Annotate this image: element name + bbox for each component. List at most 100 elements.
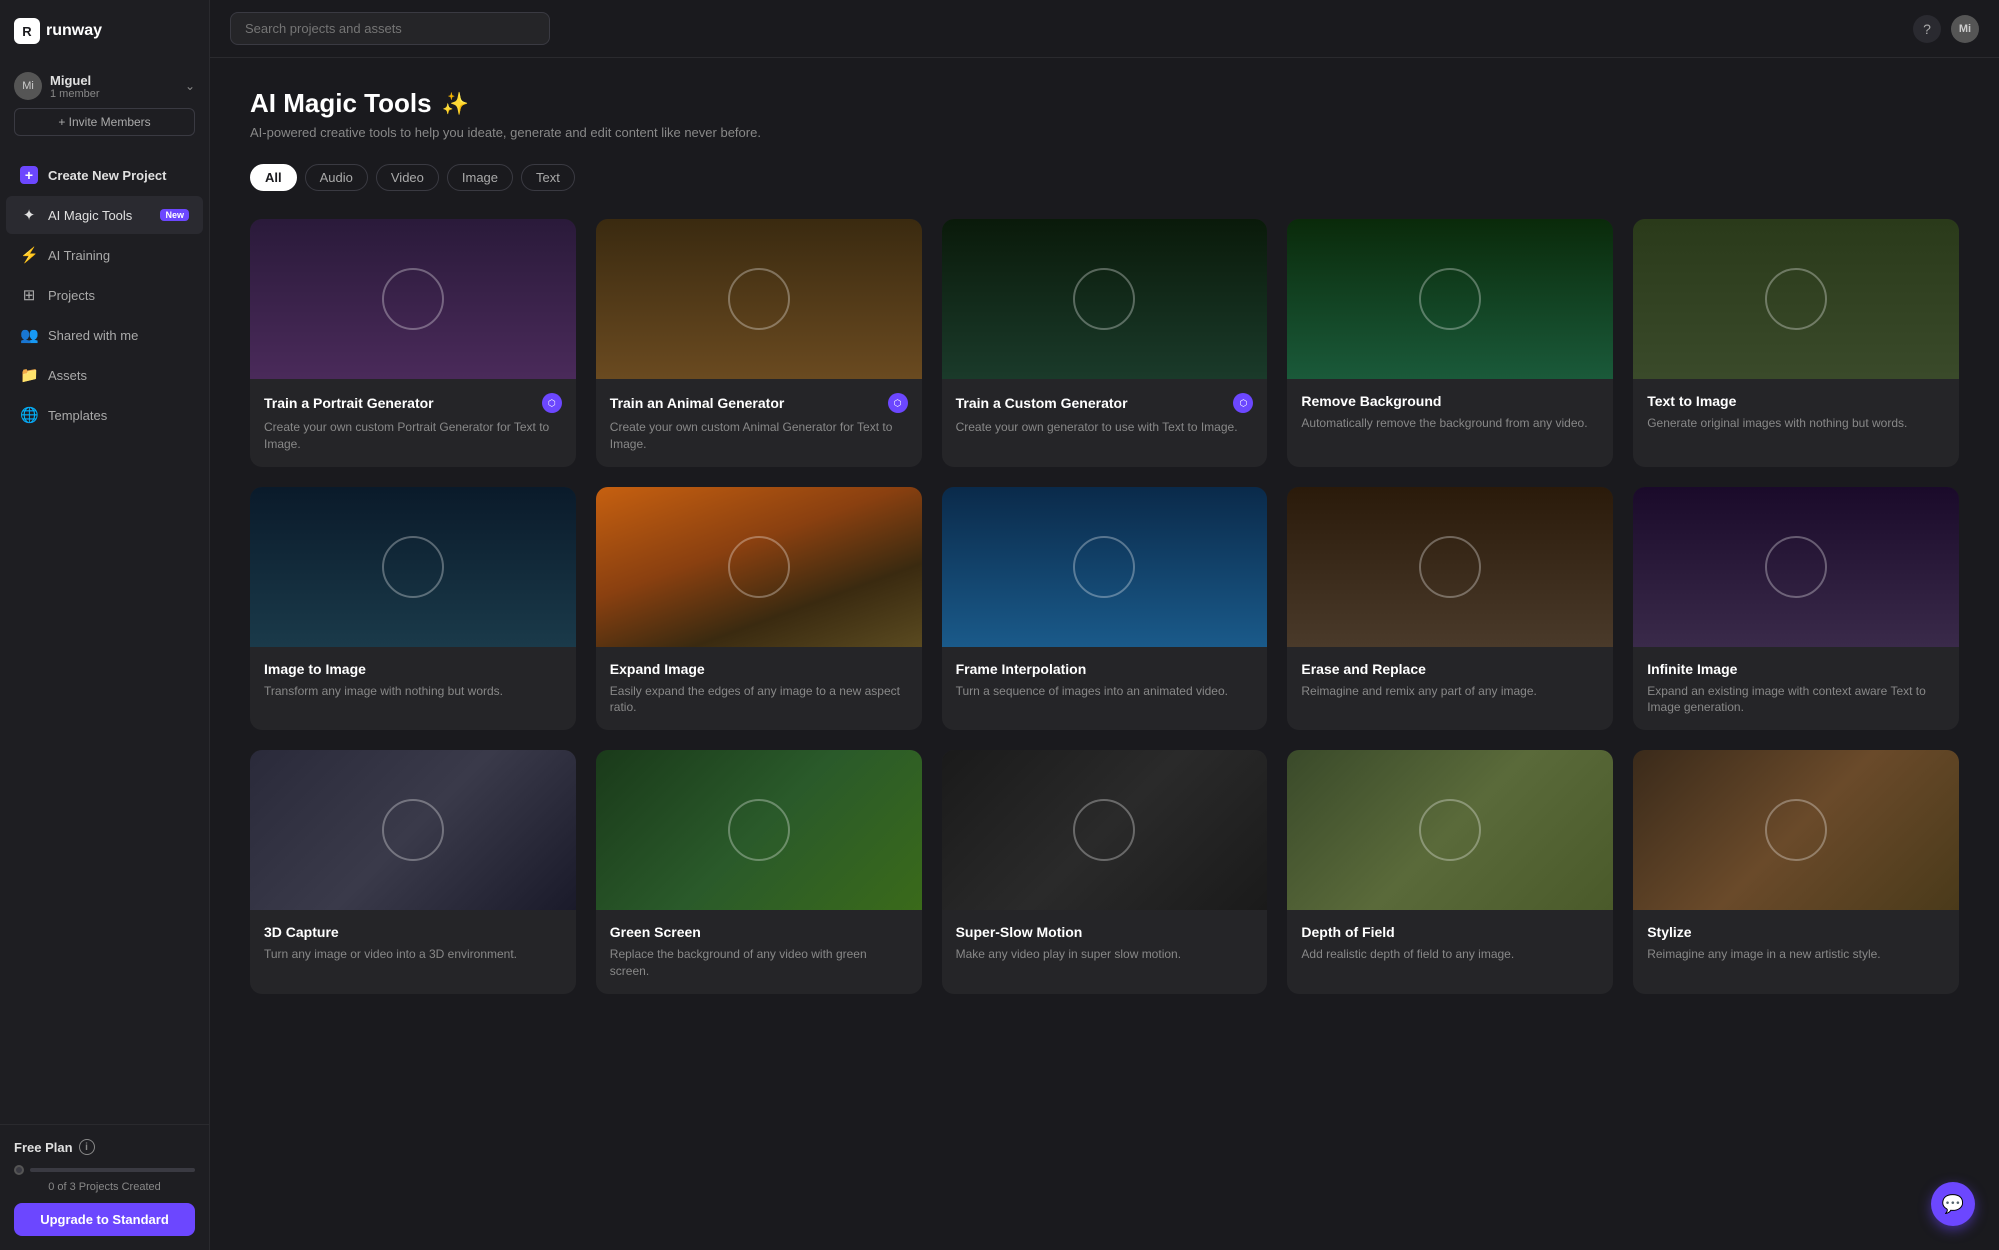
tool-title-frame-interpolation: Frame Interpolation [956,661,1087,677]
sidebar-item-assets[interactable]: 📁 Assets [6,356,203,394]
avatar: Mi [14,72,42,100]
topbar-right: ? Mi [1913,15,1979,43]
tool-badge-train-portrait: ⬡ [542,393,562,413]
progress-bar-container [14,1165,195,1175]
search-input[interactable] [230,12,550,45]
user-section: Mi Miguel 1 member ⌄ + Invite Members [0,62,209,146]
tool-desc-tool-row3-4: Add realistic depth of field to any imag… [1301,946,1599,963]
logo-icon: R [14,18,40,44]
tool-title-image-to-image: Image to Image [264,661,366,677]
tool-title-infinite-image: Infinite Image [1647,661,1737,677]
tool-card-erase-and-replace[interactable]: Erase and Replace Reimagine and remix any… [1287,487,1613,731]
filter-tab-image[interactable]: Image [447,164,513,191]
tool-title-train-animal: Train an Animal Generator [610,395,785,411]
tool-card-image-frame-interpolation [942,487,1268,647]
tool-card-image-to-image[interactable]: Image to Image Transform any image with n… [250,487,576,731]
tool-card-remove-background[interactable]: Remove Background Automatically remove th… [1287,219,1613,467]
tool-card-tool-row3-3[interactable]: Super-Slow MotionMake any video play in … [942,750,1268,994]
users-icon: 👥 [20,326,38,344]
tool-card-tool-row3-1[interactable]: 3D CaptureTurn any image or video into a… [250,750,576,994]
tool-card-image-tool-row3-1 [250,750,576,910]
upgrade-button[interactable]: Upgrade to Standard [14,1203,195,1236]
progress-bar [30,1168,195,1172]
filter-tab-all[interactable]: All [250,164,297,191]
invite-members-button[interactable]: + Invite Members [14,108,195,136]
tool-card-image-train-custom [942,219,1268,379]
tool-title-train-portrait: Train a Portrait Generator [264,395,434,411]
tool-desc-train-animal: Create your own custom Animal Generator … [610,419,908,453]
tool-card-train-custom[interactable]: Train a Custom Generator⬡Create your own… [942,219,1268,467]
tool-desc-train-portrait: Create your own custom Portrait Generato… [264,419,562,453]
tool-card-train-animal[interactable]: Train an Animal Generator⬡Create your ow… [596,219,922,467]
tool-card-image-tool-row3-3 [942,750,1268,910]
sparkles-icon: ✦ [20,206,38,224]
sidebar-item-ai-magic-tools[interactable]: ✦ AI Magic Tools New [6,196,203,234]
page-header: AI Magic Tools ✨ AI-powered creative too… [250,88,1959,140]
tool-card-tool-row3-5[interactable]: StylizeReimagine any image in a new arti… [1633,750,1959,994]
tool-desc-infinite-image: Expand an existing image with context aw… [1647,683,1945,717]
content-area: AI Magic Tools ✨ AI-powered creative too… [210,58,1999,1250]
chat-bubble[interactable]: 💬 [1931,1182,1975,1226]
tool-card-expand-image[interactable]: Expand ImageEasily expand the edges of a… [596,487,922,731]
filter-tab-audio[interactable]: Audio [305,164,368,191]
new-badge: New [160,209,189,221]
tool-title-erase-and-replace: Erase and Replace [1301,661,1426,677]
plan-label-row: Free Plan i [14,1139,195,1155]
main-area: ? Mi AI Magic Tools ✨ AI-powered creativ… [210,0,1999,1250]
chevron-down-icon: ⌄ [185,79,195,93]
sidebar-item-label: Shared with me [48,328,138,343]
tool-card-tool-row3-4[interactable]: Depth of Field Add realistic depth of fie… [1287,750,1613,994]
tool-card-image-image-to-image [250,487,576,647]
tool-desc-remove-background: Automatically remove the background from… [1301,415,1599,432]
topbar: ? Mi [210,0,1999,58]
tool-desc-tool-row3-1: Turn any image or video into a 3D enviro… [264,946,562,963]
user-member-count: 1 member [50,88,100,100]
tool-card-tool-row3-2[interactable]: Green ScreenReplace the background of an… [596,750,922,994]
tool-card-image-infinite-image [1633,487,1959,647]
tool-card-image-tool-row3-5 [1633,750,1959,910]
page-title: AI Magic Tools [250,88,432,119]
globe-icon: 🌐 [20,406,38,424]
sidebar-item-templates[interactable]: 🌐 Templates [6,396,203,434]
tool-card-text-to-image[interactable]: Text to ImageGenerate original images wi… [1633,219,1959,467]
tool-desc-image-to-image: Transform any image with nothing but wor… [264,683,562,700]
filter-tabs: All Audio Video Image Text [250,164,1959,191]
logo-text: runway [46,22,102,40]
sidebar-item-ai-training[interactable]: ⚡ AI Training [6,236,203,274]
tool-card-frame-interpolation[interactable]: Frame Interpolation Turn a sequence of im… [942,487,1268,731]
progress-dot [14,1165,24,1175]
tool-card-train-portrait[interactable]: Train a Portrait Generator ⬡ Create your o… [250,219,576,467]
help-button[interactable]: ? [1913,15,1941,43]
info-icon[interactable]: i [79,1139,95,1155]
user-row[interactable]: Mi Miguel 1 member ⌄ [14,72,195,100]
tool-card-image-train-portrait [250,219,576,379]
tool-card-image-text-to-image [1633,219,1959,379]
sidebar-bottom: Free Plan i 0 of 3 Projects Created Upgr… [0,1124,209,1250]
tool-desc-erase-and-replace: Reimagine and remix any part of any imag… [1301,683,1599,700]
filter-tab-video[interactable]: Video [376,164,439,191]
sidebar-item-projects[interactable]: ⊞ Projects [6,276,203,314]
sidebar-item-label: Assets [48,368,87,383]
topbar-avatar[interactable]: Mi [1951,15,1979,43]
tool-desc-frame-interpolation: Turn a sequence of images into an animat… [956,683,1254,700]
sidebar-item-shared-with-me[interactable]: 👥 Shared with me [6,316,203,354]
sidebar: R runway Mi Miguel 1 member ⌄ + Invite M… [0,0,210,1250]
page-title-row: AI Magic Tools ✨ [250,88,1959,119]
tool-badge-train-custom: ⬡ [1233,393,1253,413]
filter-tab-text[interactable]: Text [521,164,575,191]
tool-card-image-tool-row3-2 [596,750,922,910]
sidebar-item-label: Create New Project [48,168,167,183]
logo[interactable]: R runway [14,18,102,44]
tool-desc-tool-row3-2: Replace the background of any video with… [610,946,908,980]
tool-desc-tool-row3-3: Make any video play in super slow motion… [956,946,1254,963]
tool-title-tool-row3-5: Stylize [1647,924,1691,940]
tool-title-tool-row3-4: Depth of Field [1301,924,1394,940]
tool-card-image-remove-background [1287,219,1613,379]
sidebar-item-create-new-project[interactable]: + Create New Project [6,156,203,194]
user-name: Miguel [50,73,100,88]
sidebar-item-label: Templates [48,408,107,423]
tool-card-infinite-image[interactable]: Infinite Image Expand an existing image w… [1633,487,1959,731]
tool-title-remove-background: Remove Background [1301,393,1441,409]
plus-square-icon: + [20,166,38,184]
sidebar-logo-area: R runway [0,0,209,62]
